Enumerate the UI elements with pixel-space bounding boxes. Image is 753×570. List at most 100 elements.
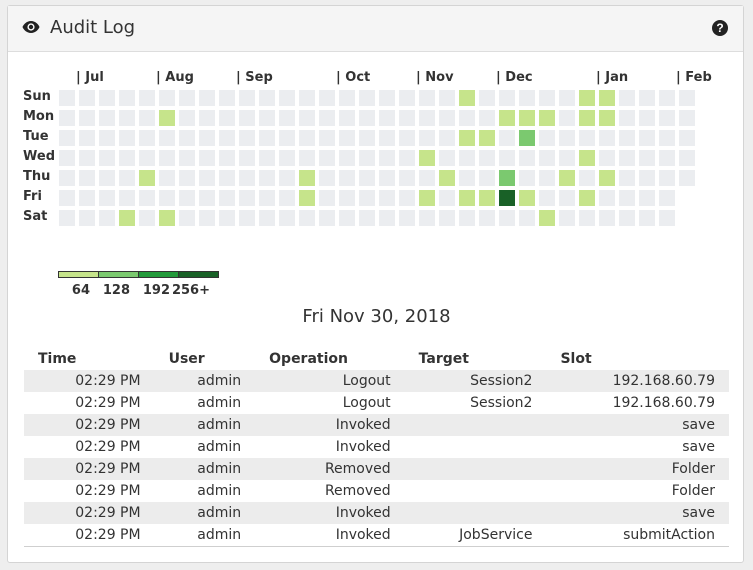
heatmap-day-cell[interactable] xyxy=(319,90,335,106)
heatmap-day-cell[interactable] xyxy=(219,90,235,106)
heatmap-day-cell[interactable] xyxy=(199,170,215,186)
heatmap-day-cell[interactable] xyxy=(379,90,395,106)
heatmap-day-cell[interactable] xyxy=(539,170,555,186)
heatmap-day-cell[interactable] xyxy=(139,90,155,106)
heatmap-day-cell[interactable] xyxy=(639,150,655,166)
heatmap-day-cell[interactable] xyxy=(259,210,275,226)
heatmap-day-cell[interactable] xyxy=(639,90,655,106)
heatmap-day-cell[interactable] xyxy=(139,150,155,166)
heatmap-day-cell[interactable] xyxy=(319,150,335,166)
heatmap-day-cell[interactable] xyxy=(119,190,135,206)
heatmap-day-cell[interactable] xyxy=(219,130,235,146)
heatmap-day-cell[interactable] xyxy=(279,90,295,106)
heatmap-day-cell[interactable] xyxy=(419,190,435,206)
heatmap-day-cell[interactable] xyxy=(59,110,75,126)
heatmap-day-cell[interactable] xyxy=(279,130,295,146)
heatmap-day-cell[interactable] xyxy=(639,130,655,146)
heatmap-day-cell[interactable] xyxy=(359,190,375,206)
heatmap-day-cell[interactable] xyxy=(519,130,535,146)
heatmap-day-cell[interactable] xyxy=(219,210,235,226)
heatmap-day-cell[interactable] xyxy=(219,150,235,166)
heatmap-day-cell[interactable] xyxy=(99,190,115,206)
heatmap-day-cell[interactable] xyxy=(239,210,255,226)
heatmap-day-cell[interactable] xyxy=(119,130,135,146)
heatmap-day-cell[interactable] xyxy=(79,210,95,226)
heatmap-day-cell[interactable] xyxy=(439,130,455,146)
heatmap-day-cell[interactable] xyxy=(439,90,455,106)
heatmap-day-cell[interactable] xyxy=(159,110,175,126)
heatmap-day-cell[interactable] xyxy=(299,90,315,106)
heatmap-day-cell[interactable] xyxy=(659,130,675,146)
heatmap-day-cell[interactable] xyxy=(359,90,375,106)
heatmap-day-cell[interactable] xyxy=(99,170,115,186)
heatmap-day-cell[interactable] xyxy=(399,150,415,166)
heatmap-day-cell[interactable] xyxy=(519,170,535,186)
heatmap-day-cell[interactable] xyxy=(179,210,195,226)
heatmap-day-cell[interactable] xyxy=(399,110,415,126)
heatmap-day-cell[interactable] xyxy=(79,190,95,206)
heatmap-day-cell[interactable] xyxy=(159,190,175,206)
heatmap-day-cell[interactable] xyxy=(359,110,375,126)
heatmap-day-cell[interactable] xyxy=(119,170,135,186)
heatmap-day-cell[interactable] xyxy=(599,210,615,226)
heatmap-day-cell[interactable] xyxy=(359,150,375,166)
table-row[interactable]: 02:29 PM admin Logout Session2 192.168.60.79 xyxy=(24,392,729,414)
heatmap-day-cell[interactable] xyxy=(459,190,475,206)
heatmap-day-cell[interactable] xyxy=(639,110,655,126)
heatmap-day-cell[interactable] xyxy=(199,190,215,206)
heatmap-day-cell[interactable] xyxy=(339,130,355,146)
heatmap-day-cell[interactable] xyxy=(79,110,95,126)
heatmap-day-cell[interactable] xyxy=(619,210,635,226)
heatmap-day-cell[interactable] xyxy=(519,90,535,106)
table-row[interactable]: 02:29 PM admin Invoked save xyxy=(24,436,729,458)
heatmap-day-cell[interactable] xyxy=(479,150,495,166)
heatmap-day-cell[interactable] xyxy=(359,130,375,146)
heatmap-day-cell[interactable] xyxy=(379,130,395,146)
heatmap-day-cell[interactable] xyxy=(459,150,475,166)
heatmap-day-cell[interactable] xyxy=(179,190,195,206)
heatmap-day-cell[interactable] xyxy=(539,130,555,146)
heatmap-day-cell[interactable] xyxy=(379,170,395,186)
heatmap-day-cell[interactable] xyxy=(679,170,695,186)
column-header[interactable]: Slot xyxy=(546,348,729,370)
heatmap-day-cell[interactable] xyxy=(479,190,495,206)
heatmap-day-cell[interactable] xyxy=(79,150,95,166)
heatmap-day-cell[interactable] xyxy=(259,90,275,106)
heatmap-day-cell[interactable] xyxy=(559,130,575,146)
heatmap-day-cell[interactable] xyxy=(399,210,415,226)
heatmap-day-cell[interactable] xyxy=(519,190,535,206)
heatmap-day-cell[interactable] xyxy=(659,110,675,126)
heatmap-day-cell[interactable] xyxy=(639,170,655,186)
heatmap-day-cell[interactable] xyxy=(559,110,575,126)
heatmap-day-cell[interactable] xyxy=(659,170,675,186)
heatmap-day-cell[interactable] xyxy=(439,170,455,186)
heatmap-day-cell[interactable] xyxy=(539,150,555,166)
heatmap-day-cell[interactable] xyxy=(539,190,555,206)
heatmap-day-cell[interactable] xyxy=(159,150,175,166)
column-header[interactable]: User xyxy=(155,348,256,370)
heatmap-day-cell[interactable] xyxy=(639,210,655,226)
heatmap-day-cell[interactable] xyxy=(359,170,375,186)
heatmap-day-cell[interactable] xyxy=(679,150,695,166)
heatmap-day-cell[interactable] xyxy=(659,190,675,206)
heatmap-day-cell[interactable] xyxy=(99,130,115,146)
heatmap-day-cell[interactable] xyxy=(499,90,515,106)
heatmap-day-cell[interactable] xyxy=(319,110,335,126)
heatmap-day-cell[interactable] xyxy=(139,170,155,186)
heatmap-day-cell[interactable] xyxy=(119,110,135,126)
heatmap-day-cell[interactable] xyxy=(339,90,355,106)
heatmap-day-cell[interactable] xyxy=(59,90,75,106)
heatmap-day-cell[interactable] xyxy=(559,90,575,106)
heatmap-day-cell[interactable] xyxy=(599,170,615,186)
heatmap-day-cell[interactable] xyxy=(339,170,355,186)
heatmap-day-cell[interactable] xyxy=(79,170,95,186)
heatmap-day-cell[interactable] xyxy=(619,150,635,166)
heatmap-day-cell[interactable] xyxy=(619,190,635,206)
heatmap-day-cell[interactable] xyxy=(459,110,475,126)
column-header[interactable]: Target xyxy=(405,348,547,370)
heatmap-day-cell[interactable] xyxy=(679,110,695,126)
heatmap-day-cell[interactable] xyxy=(279,190,295,206)
heatmap-day-cell[interactable] xyxy=(579,110,595,126)
heatmap-day-cell[interactable] xyxy=(559,190,575,206)
table-row[interactable]: 02:29 PM admin Logout Session2 192.168.60.79 xyxy=(24,370,729,392)
